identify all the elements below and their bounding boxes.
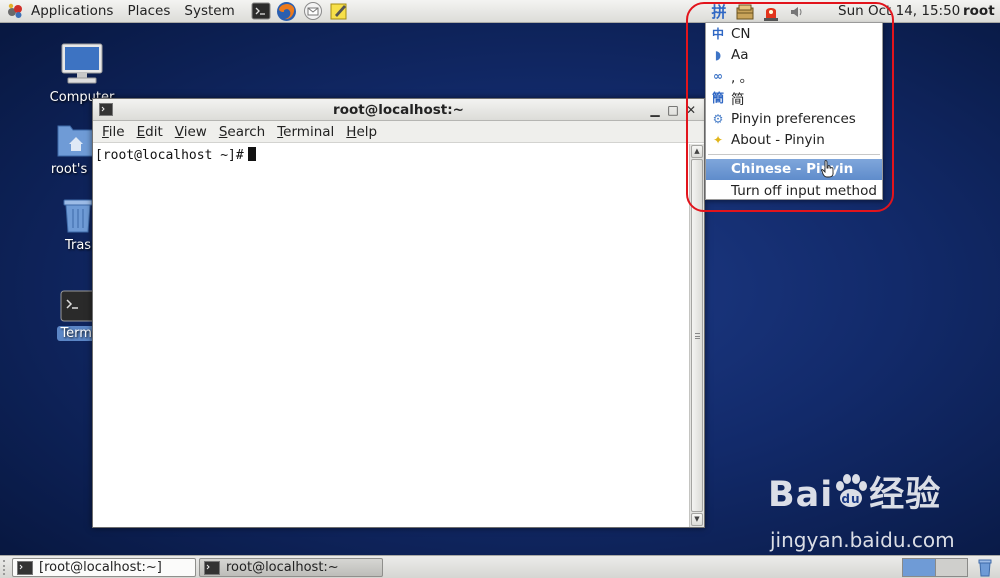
menu-label: earch xyxy=(227,123,266,140)
menu-accel: F xyxy=(102,123,109,140)
chinese-mode-icon: 中 xyxy=(711,27,724,42)
desktop-icon-label: Tras xyxy=(64,238,92,253)
im-item-label: 简 xyxy=(731,91,745,108)
menu-label: ile xyxy=(108,123,125,140)
menu-search[interactable]: Search xyxy=(213,124,271,140)
taskbar-item-terminal-1[interactable]: [root@localhost:~] xyxy=(12,558,196,577)
scroll-up-arrow-icon[interactable]: ▲ xyxy=(691,145,703,158)
im-item-label: Pinyin preferences xyxy=(731,110,856,127)
menu-bar: File Edit View Search Terminal Help xyxy=(93,121,704,143)
terminal-output[interactable]: [root@localhost ~]# xyxy=(93,144,690,527)
clock[interactable]: Sun Oct 14, 15:50 xyxy=(838,0,960,23)
top-panel: Applications Places System 拼 Sun Oct 14,… xyxy=(0,0,1000,23)
volume-icon[interactable] xyxy=(787,0,807,23)
menu-accel: V xyxy=(174,123,184,140)
svg-text:du: du xyxy=(842,492,861,506)
im-item-simplified[interactable]: 簡 简 xyxy=(706,87,882,108)
watermark-brand-tail: 经验 xyxy=(869,475,942,515)
workspace-1[interactable] xyxy=(903,559,936,576)
im-item-punctuation[interactable]: ∞ , 。 xyxy=(706,66,882,87)
taskbar-label: root@localhost:~ xyxy=(226,560,339,575)
about-star-icon: ✦ xyxy=(712,133,724,148)
im-item-preferences[interactable]: ⚙ Pinyin preferences xyxy=(706,108,882,129)
scrollbar-thumb[interactable] xyxy=(691,159,703,512)
applications-menu[interactable]: Applications xyxy=(24,0,120,23)
terminal-window[interactable]: root@localhost:~ ▁ □ ✕ File Edit View Se… xyxy=(92,98,705,528)
im-item-label: Aa xyxy=(731,46,749,63)
menu-label: iew xyxy=(183,123,207,140)
minimize-button[interactable]: ▁ xyxy=(646,100,664,120)
watermark-url: jingyan.baidu.com xyxy=(770,528,955,552)
mail-launcher-icon[interactable] xyxy=(302,1,324,21)
desktop-icon-computer[interactable]: Computer xyxy=(42,42,122,105)
places-menu[interactable]: Places xyxy=(120,0,177,23)
close-button[interactable]: ✕ xyxy=(682,100,700,120)
preferences-gear-icon: ⚙ xyxy=(712,111,724,126)
package-updater-icon[interactable] xyxy=(734,0,756,23)
im-item-cn[interactable]: 中 CN xyxy=(706,23,882,44)
input-method-tray-icon[interactable]: 拼 xyxy=(708,0,730,23)
terminal-launcher-icon[interactable] xyxy=(250,1,272,21)
im-item-label: CN xyxy=(731,25,751,42)
im-item-turn-off[interactable]: Turn off input method xyxy=(706,180,882,201)
trash-applet-icon[interactable] xyxy=(976,558,994,578)
bottom-panel: [root@localhost:~] root@localhost:~ xyxy=(0,555,1000,578)
input-method-menu: 中 CN ◗ Aa ∞ , 。 簡 简 ⚙ Pinyin preferences… xyxy=(705,22,883,200)
alert-icon[interactable] xyxy=(760,0,782,23)
menu-label: elp xyxy=(356,123,378,140)
im-item-label: , 。 xyxy=(731,70,754,87)
im-item-letter-width[interactable]: ◗ Aa xyxy=(706,44,882,65)
system-menu[interactable]: System xyxy=(177,0,241,23)
workspace-switcher[interactable] xyxy=(902,558,968,577)
menu-file[interactable]: File xyxy=(96,124,131,140)
terminal-task-icon xyxy=(17,560,33,575)
window-title: root@localhost:~ xyxy=(333,102,464,118)
menu-edit[interactable]: Edit xyxy=(131,124,169,140)
menu-accel: E xyxy=(136,123,146,140)
scroll-down-arrow-icon[interactable]: ▼ xyxy=(691,513,703,526)
maximize-button[interactable]: □ xyxy=(664,100,682,120)
home-folder-icon xyxy=(56,120,96,158)
menu-accel: H xyxy=(346,123,357,140)
pinyin-tray-glyph: 拼 xyxy=(711,3,727,21)
computer-icon xyxy=(59,42,105,86)
terminal-task-icon xyxy=(204,560,220,575)
gnome-foot-icon[interactable] xyxy=(6,2,24,20)
text-cursor xyxy=(247,147,256,161)
show-desktop-icon[interactable] xyxy=(3,560,11,575)
menu-label: erminal xyxy=(283,123,335,140)
workspace-2[interactable] xyxy=(935,559,967,576)
menu-label: dit xyxy=(145,123,163,140)
shell-prompt: [root@localhost ~]# xyxy=(95,148,244,163)
trash-icon xyxy=(60,194,96,234)
half-moon-icon: ◗ xyxy=(714,47,722,62)
watermark-brand: Bai xyxy=(768,475,834,515)
firefox-launcher-icon[interactable] xyxy=(276,1,298,21)
taskbar-label: [root@localhost:~] xyxy=(39,560,162,575)
vertical-scrollbar[interactable]: ▲ ▼ xyxy=(689,144,704,527)
menu-terminal[interactable]: Terminal xyxy=(271,124,340,140)
paw-icon: du xyxy=(833,474,869,517)
im-item-label: Turn off input method xyxy=(731,182,877,199)
user-menu[interactable]: root xyxy=(963,0,995,23)
title-bar[interactable]: root@localhost:~ ▁ □ ✕ xyxy=(93,99,704,121)
im-item-label: About - Pinyin xyxy=(731,132,825,149)
scrollbar-grip xyxy=(695,332,700,339)
menu-view[interactable]: View xyxy=(169,124,213,140)
simplified-chinese-icon: 簡 xyxy=(711,91,724,106)
terminal-icon xyxy=(60,290,96,322)
menu-help[interactable]: Help xyxy=(340,124,383,140)
taskbar-item-terminal-2[interactable]: root@localhost:~ xyxy=(199,558,383,577)
punctuation-icon: ∞ xyxy=(713,69,723,84)
hand-pointer-icon xyxy=(821,159,835,182)
im-item-about[interactable]: ✦ About - Pinyin xyxy=(706,129,882,150)
im-item-chinese-pinyin[interactable]: Chinese - Pinyin xyxy=(706,158,882,182)
menu-separator xyxy=(706,151,882,159)
notes-launcher-icon[interactable] xyxy=(328,1,350,21)
baidu-watermark: Bai du 经验 jingyan.baidu.com xyxy=(768,466,955,552)
